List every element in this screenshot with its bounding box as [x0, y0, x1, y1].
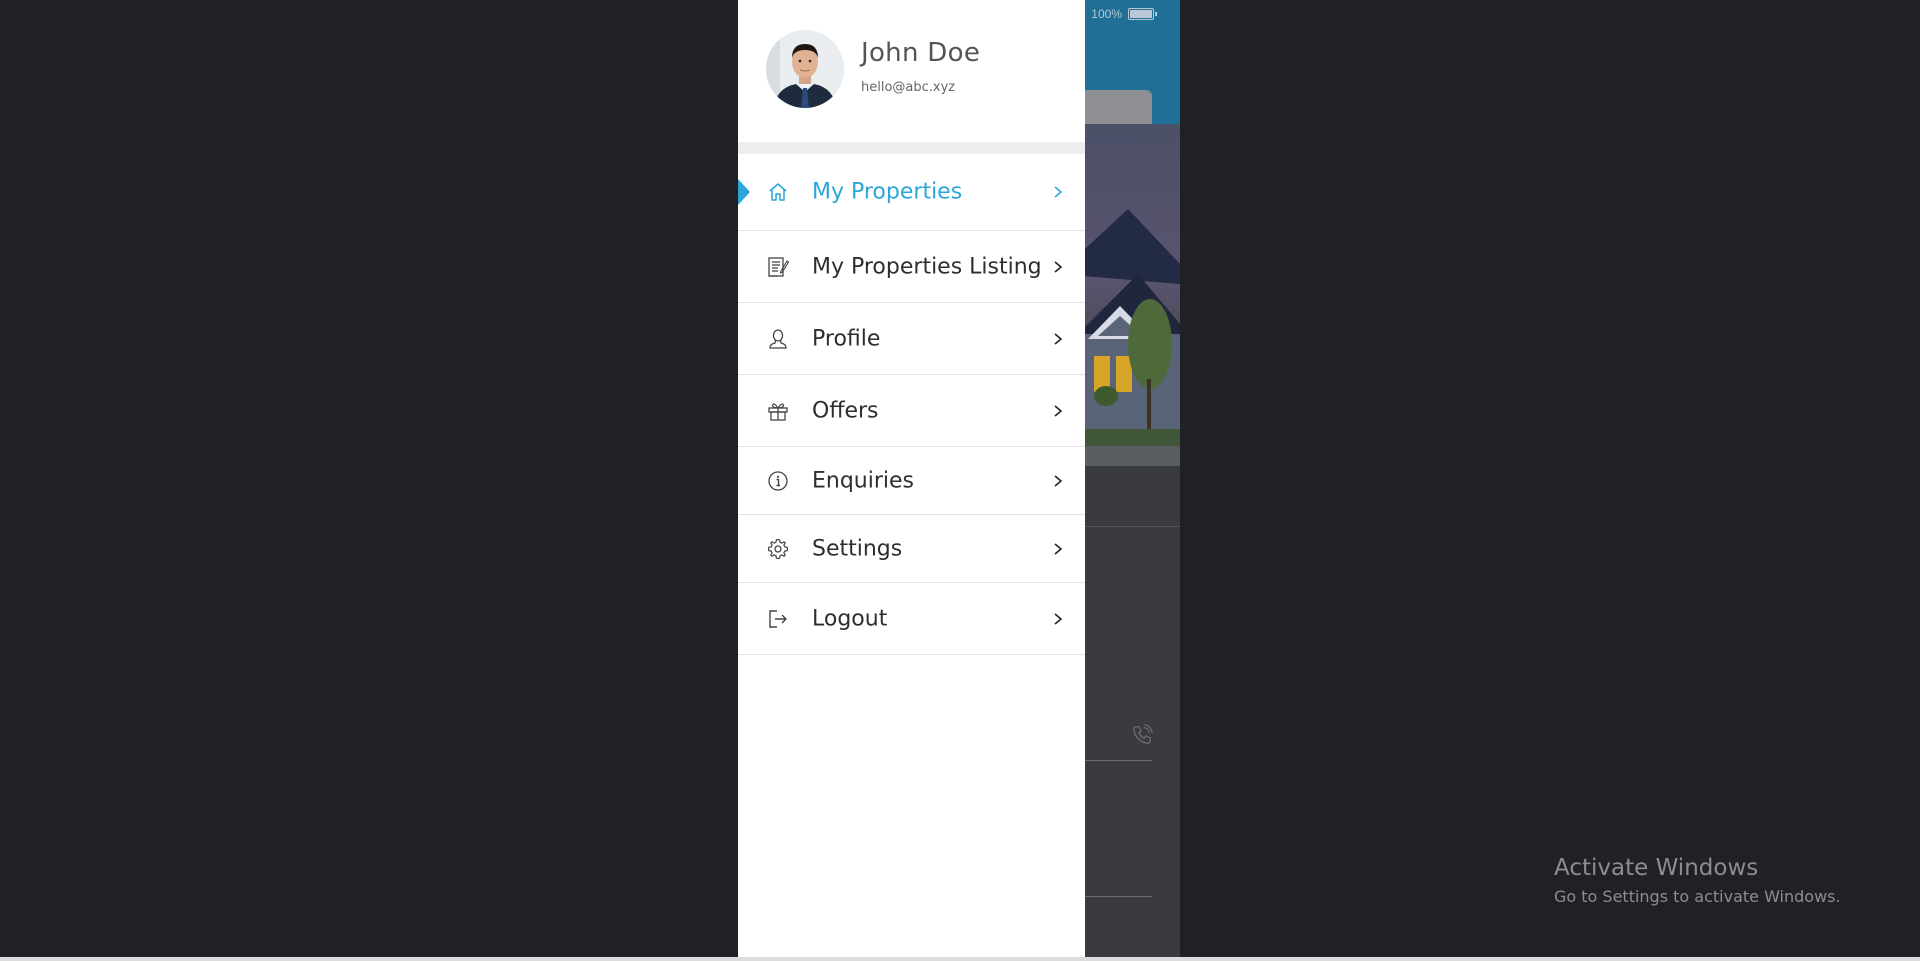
- gift-icon: [768, 402, 788, 421]
- active-indicator: [738, 179, 750, 205]
- user-icon: [769, 328, 787, 349]
- menu-item-label: Settings: [812, 536, 903, 561]
- menu-item-logout[interactable]: Logout: [738, 583, 1085, 655]
- chevron-right-icon: [1054, 542, 1063, 555]
- status-bar: 100%: [1091, 6, 1157, 22]
- menu-item-label: Offers: [812, 398, 879, 423]
- user-name: John Doe: [861, 38, 981, 68]
- watermark-subtitle: Go to Settings to activate Windows.: [1554, 887, 1841, 906]
- listing-icon: [768, 256, 790, 277]
- chevron-right-icon: [1054, 260, 1063, 273]
- windows-activation-watermark: Activate Windows Go to Settings to activ…: [1554, 855, 1841, 906]
- menu-item-label: My Properties: [812, 179, 963, 205]
- gear-icon: [767, 538, 789, 559]
- logout-icon: [769, 609, 787, 628]
- drawer-menu: My Properties My Properties Listing Prof…: [738, 154, 1085, 655]
- taskbar-edge: [0, 957, 1920, 961]
- menu-item-profile[interactable]: Profile: [738, 303, 1085, 375]
- profile-separator: [738, 142, 1085, 154]
- menu-item-settings[interactable]: Settings: [738, 515, 1085, 583]
- menu-item-label: My Properties Listing: [812, 254, 1042, 279]
- user-photo-icon: [766, 30, 844, 108]
- chevron-right-icon: [1054, 474, 1063, 487]
- menu-item-label: Profile: [812, 326, 881, 351]
- user-email: hello@abc.xyz: [861, 80, 956, 95]
- battery-percent: 100%: [1091, 7, 1122, 21]
- profile-header[interactable]: John Doe hello@abc.xyz: [738, 0, 1085, 142]
- home-icon: [769, 183, 787, 201]
- phone-icon: [1133, 724, 1153, 744]
- chevron-right-icon: [1054, 404, 1063, 417]
- info-icon: [768, 470, 788, 491]
- battery-icon: [1128, 8, 1157, 20]
- chevron-right-icon: [1054, 332, 1063, 345]
- navigation-drawer: John Doe hello@abc.xyz My Properties My …: [738, 0, 1085, 957]
- avatar[interactable]: [766, 30, 844, 108]
- menu-item-my-properties-listing[interactable]: My Properties Listing: [738, 231, 1085, 303]
- menu-item-enquiries[interactable]: Enquiries: [738, 447, 1085, 515]
- menu-item-my-properties[interactable]: My Properties: [738, 154, 1085, 231]
- menu-item-offers[interactable]: Offers: [738, 375, 1085, 447]
- chevron-right-icon: [1054, 612, 1063, 625]
- chevron-right-icon: [1054, 186, 1063, 198]
- menu-item-label: Enquiries: [812, 468, 915, 493]
- watermark-title: Activate Windows: [1554, 855, 1759, 881]
- menu-item-label: Logout: [812, 606, 888, 631]
